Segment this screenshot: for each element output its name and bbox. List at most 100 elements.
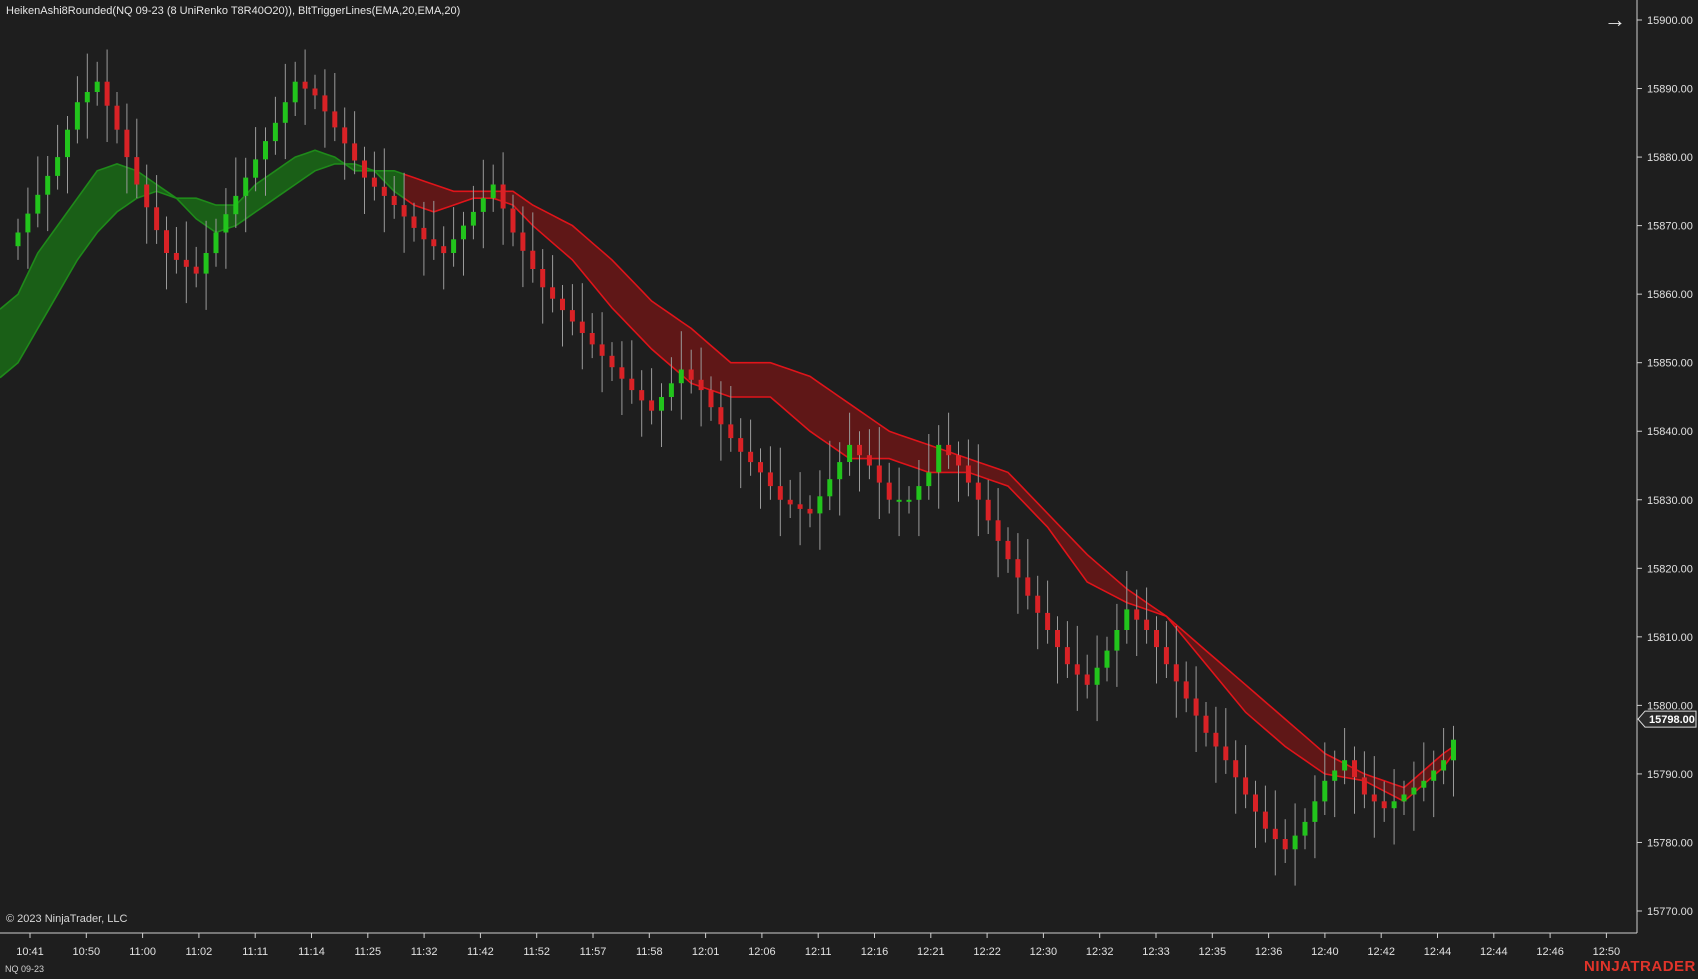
candle-body	[1154, 630, 1159, 648]
candle-body	[332, 111, 338, 128]
x-tick-label: 12:30	[1030, 946, 1058, 958]
candle-body	[1045, 612, 1051, 630]
x-tick-label: 11:52	[523, 946, 550, 958]
candle-body	[253, 159, 259, 178]
candle-body	[1352, 760, 1357, 778]
candle-body	[639, 390, 645, 401]
candle-body	[1025, 577, 1031, 596]
candle-body	[1401, 794, 1407, 802]
candle	[1173, 625, 1179, 718]
candle	[520, 206, 526, 288]
x-tick-label: 11:57	[580, 946, 607, 958]
candle-body	[1322, 780, 1328, 802]
candle	[1035, 575, 1041, 650]
candle-body	[649, 400, 655, 411]
candle	[1233, 740, 1239, 814]
candle-body	[15, 232, 21, 247]
candle	[302, 49, 308, 125]
candle-body	[371, 177, 377, 187]
candle-body	[1292, 835, 1298, 850]
candle-body	[1253, 794, 1258, 812]
candle-body	[263, 141, 268, 160]
candle	[1371, 756, 1377, 838]
candle-body	[233, 195, 239, 215]
candle-body	[55, 157, 61, 176]
candle-body	[530, 250, 536, 269]
candle-body	[84, 92, 90, 103]
candle	[1253, 780, 1258, 848]
x-tick-label: 12:50	[1593, 946, 1621, 958]
chart-area[interactable]: 15900.00 15890.00 15880.00 15870.00 15860.00…	[0, 0, 1698, 979]
candle	[381, 148, 387, 233]
candle-body	[1421, 780, 1427, 788]
candle	[807, 495, 813, 528]
x-tick-label: 11:58	[636, 946, 663, 958]
x-tick-label: 11:00	[129, 946, 156, 958]
candle-body	[35, 194, 41, 214]
x-tick-label: 11:02	[186, 946, 213, 958]
candle-body	[1361, 777, 1367, 795]
candle-body	[1213, 732, 1219, 747]
candle-body	[797, 504, 803, 509]
copyright: © 2023 NinjaTrader, LLC	[6, 913, 128, 925]
candle	[173, 227, 179, 274]
candle-body	[243, 177, 249, 196]
candle	[55, 124, 61, 190]
x-tick-label: 12:32	[1086, 946, 1114, 958]
candle-body	[827, 479, 833, 497]
candle-body	[866, 455, 872, 466]
candle-body	[1391, 801, 1397, 809]
candle	[758, 448, 763, 509]
candle	[965, 439, 971, 497]
candle-body	[1035, 595, 1041, 613]
candle-body	[946, 444, 952, 456]
candle-body	[1332, 770, 1338, 781]
candle	[1005, 527, 1011, 573]
x-tick-label: 12:35	[1199, 946, 1227, 958]
y-tick-label: 15830.00	[1647, 495, 1693, 507]
candle-body	[1431, 770, 1437, 781]
candle-body	[1203, 715, 1209, 733]
candle-body	[282, 102, 288, 123]
candle	[104, 49, 110, 142]
candle-body	[698, 379, 704, 391]
candle-body	[1104, 650, 1110, 668]
candle-body	[876, 465, 882, 483]
y-tick-label: 15900.00	[1647, 15, 1693, 27]
x-tick-label: 12:40	[1311, 946, 1339, 958]
candle-body	[678, 369, 684, 384]
candle	[589, 313, 595, 359]
candle-body	[1005, 540, 1011, 560]
candle	[223, 188, 229, 269]
last-price-label: 15798.00	[1649, 714, 1695, 726]
x-tick-label: 11:11	[242, 946, 268, 958]
y-tick-label: 15790.00	[1647, 769, 1693, 781]
candle-body	[1262, 811, 1268, 829]
x-tick-label: 10:50	[73, 946, 101, 958]
x-tick-label: 12:42	[1367, 946, 1395, 958]
candle-body	[1084, 674, 1090, 685]
candle	[1302, 808, 1308, 850]
candle	[550, 255, 556, 313]
candle	[579, 283, 585, 370]
candle	[1124, 571, 1130, 644]
candle-body	[1381, 801, 1387, 809]
candle	[243, 157, 249, 233]
arrow-right-icon[interactable]: →	[1602, 8, 1628, 32]
price-chart[interactable]: 15900.00 15890.00 15880.00 15870.00 15860.00…	[0, 0, 1698, 979]
candle-body	[906, 499, 912, 502]
candle-body	[401, 205, 407, 217]
candle	[282, 63, 288, 160]
candle-body	[322, 95, 328, 112]
candle-body	[1371, 794, 1377, 802]
candle-body	[1302, 821, 1308, 836]
candle	[1203, 702, 1209, 747]
candle	[639, 370, 645, 437]
candle	[1144, 587, 1150, 644]
candle	[65, 116, 70, 194]
candle	[797, 472, 803, 546]
candle-body	[1312, 801, 1318, 822]
candle-body	[421, 227, 427, 240]
instrument-label: NQ 09-23	[5, 964, 45, 974]
candle-body	[1223, 746, 1229, 761]
